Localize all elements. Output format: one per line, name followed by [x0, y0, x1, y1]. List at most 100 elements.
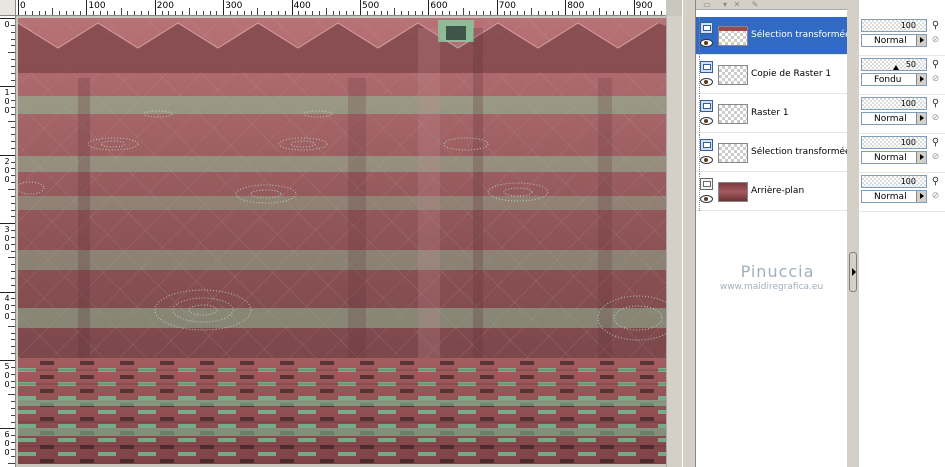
lock-icon[interactable]: ⊘: [930, 35, 941, 45]
opacity-field[interactable]: 100: [861, 97, 927, 110]
opacity-field[interactable]: 100: [861, 136, 927, 149]
link-icon[interactable]: ⚲: [930, 99, 941, 109]
ruler-minor-tick: [11, 79, 15, 81]
new-layer-icon[interactable]: ▭: [700, 0, 714, 9]
ruler-minor-tick: [264, 11, 266, 15]
opacity-value: 100: [900, 177, 916, 186]
opacity-field[interactable]: 100: [861, 175, 927, 188]
eye-icon[interactable]: [700, 117, 713, 125]
ruler-minor-tick: [11, 332, 15, 334]
ruler-minor-tick: [510, 11, 512, 15]
blend-mode-select[interactable]: Normal: [861, 190, 927, 203]
opacity-slider-marker[interactable]: [893, 65, 899, 70]
ruler-minor-tick: [11, 100, 15, 102]
ruler-minor-tick: [11, 435, 15, 437]
ruler-minor-tick: [606, 11, 608, 15]
blend-mode-value: Normal: [874, 192, 907, 202]
link-icon[interactable]: ⚲: [930, 60, 941, 70]
palette-splitter[interactable]: [847, 0, 859, 467]
layer-thumbnail: [718, 143, 748, 163]
ruler-minor-tick: [236, 11, 238, 15]
ruler-minor-tick: [100, 11, 102, 15]
thumbnail-stripe: [719, 27, 747, 31]
lock-icon[interactable]: ⊘: [930, 152, 941, 162]
blend-mode-select[interactable]: Fondu: [861, 73, 927, 86]
ruler-label: 600: [430, 1, 448, 11]
blend-mode-select[interactable]: Normal: [861, 34, 927, 47]
image-canvas[interactable]: [18, 18, 666, 464]
eye-icon[interactable]: [700, 195, 713, 203]
ruler-label: 900: [635, 1, 653, 11]
layers-palette: ▭ ▾ ✕ ✎ Sélection transformée 1 Copie de …: [696, 0, 859, 467]
opacity-field[interactable]: 50: [861, 58, 927, 71]
ruler-label: 300: [225, 1, 243, 11]
ruler-minor-tick: [503, 11, 505, 15]
ruler-major-tick: [0, 154, 15, 156]
ruler-label-digit: 0: [4, 97, 10, 107]
ruler-minor-tick: [175, 11, 177, 15]
layer-row[interactable]: Sélection transformée 1: [696, 17, 859, 55]
ruler-minor-tick: [489, 11, 491, 15]
layer-row[interactable]: Sélection transformée: [696, 134, 851, 172]
link-icon[interactable]: ⚲: [930, 177, 941, 187]
ruler-minor-tick: [11, 346, 15, 348]
blend-mode-select[interactable]: Normal: [861, 151, 927, 164]
chevron-right-icon[interactable]: [916, 74, 926, 85]
ruler-minor-tick: [11, 407, 15, 409]
ruler-minor-tick: [141, 11, 143, 15]
layer-row[interactable]: Raster 1: [696, 95, 847, 133]
eye-icon[interactable]: [700, 39, 713, 47]
ruler-minor-tick: [462, 8, 464, 15]
ruler-minor-tick: [298, 11, 300, 15]
ruler-minor-tick: [8, 120, 15, 122]
ruler-minor-tick: [11, 284, 15, 286]
chevron-right-icon[interactable]: [916, 152, 926, 163]
panel-divider[interactable]: [682, 0, 696, 467]
layer-name: Raster 1: [751, 108, 789, 118]
ruler-minor-tick: [8, 189, 15, 190]
ruler-minor-tick: [647, 11, 649, 15]
raster-layer-icon: [700, 22, 713, 34]
properties-icon[interactable]: ✎: [748, 0, 762, 9]
ruler-minor-tick: [106, 11, 108, 15]
ruler-minor-tick: [11, 230, 15, 232]
layer-row[interactable]: Copie de Raster 1: [696, 56, 847, 94]
layer-row[interactable]: Arrière-plan: [696, 173, 847, 211]
ruler-major-tick: [0, 360, 15, 361]
eye-icon[interactable]: [700, 156, 713, 164]
ruler-label-digit: 0: [4, 20, 10, 29]
chevron-right-icon[interactable]: [916, 35, 926, 46]
ruler-minor-tick: [38, 11, 40, 15]
ruler-minor-tick: [11, 31, 15, 33]
ruler-minor-tick: [11, 264, 15, 266]
ruler-minor-tick: [11, 38, 15, 40]
ruler-minor-tick: [243, 11, 245, 15]
link-icon[interactable]: ⚲: [930, 21, 941, 31]
link-icon[interactable]: ⚲: [930, 138, 941, 148]
ruler-minor-tick: [11, 271, 15, 273]
opacity-field[interactable]: 100: [861, 19, 927, 32]
opacity-value: 50: [905, 60, 916, 69]
eye-icon[interactable]: [700, 78, 713, 86]
ruler-major-tick: [428, 0, 430, 15]
expand-palette-handle[interactable]: [849, 252, 857, 292]
chevron-right-icon[interactable]: [916, 191, 926, 202]
ruler-major-tick: [223, 0, 225, 15]
ruler-minor-tick: [11, 380, 15, 382]
lock-icon[interactable]: ⊘: [930, 191, 941, 201]
ruler-minor-tick: [31, 11, 33, 15]
chevron-right-icon[interactable]: [916, 113, 926, 124]
ruler-label: 400: [293, 1, 311, 11]
ruler-minor-tick: [161, 11, 163, 15]
delete-layer-icon[interactable]: ✕: [730, 0, 744, 9]
blend-mode-select[interactable]: Normal: [861, 112, 927, 125]
lock-icon[interactable]: ⊘: [930, 74, 941, 84]
lock-icon[interactable]: ⊘: [930, 113, 941, 123]
ruler-minor-tick: [373, 11, 375, 15]
horizontal-ruler: 0 100 200 300 400 500 600 700 800 900: [16, 0, 666, 16]
ruler-major-tick: [565, 0, 567, 15]
ruler-minor-tick: [271, 11, 273, 15]
ruler-label-digit: 0: [4, 234, 10, 244]
ruler-label-digit: 0: [4, 371, 10, 380]
ruler-major-tick: [360, 0, 361, 15]
